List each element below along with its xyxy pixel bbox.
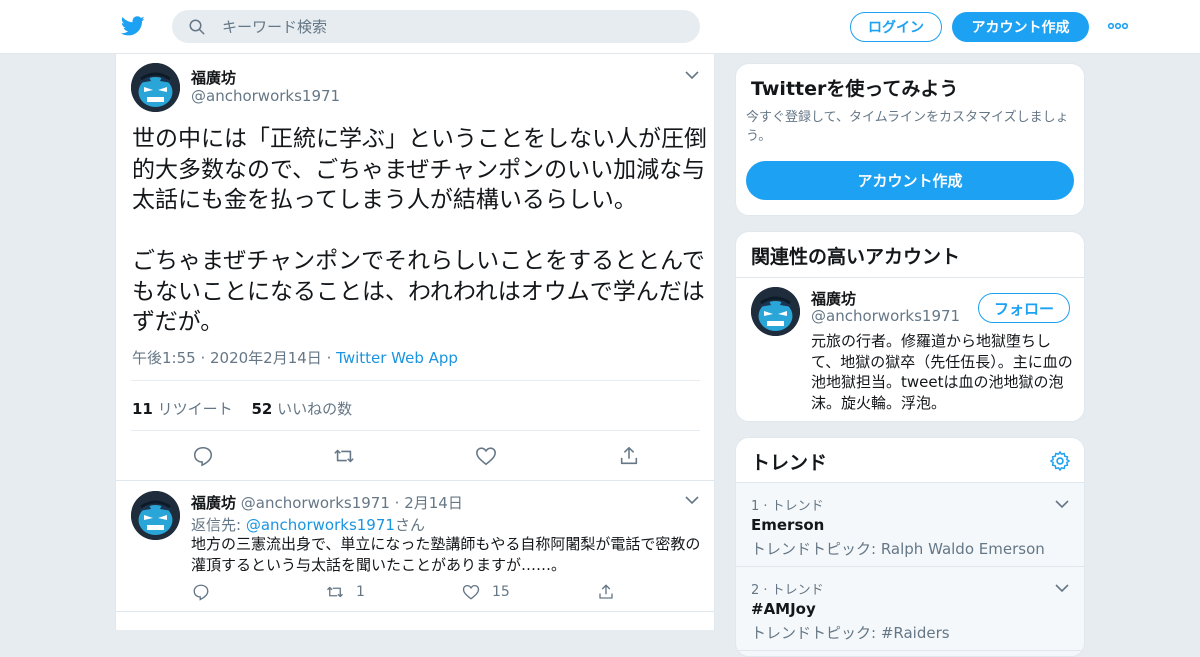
trend-item[interactable]: 1 · トレンド Emerson トレンドトピック: Ralph Waldo E… [736, 483, 1084, 567]
chevron-down-icon[interactable] [1055, 499, 1069, 509]
retweet-count: 11 [132, 400, 153, 418]
trends-card: トレンド 1 · トレンド Emerson トレンドトピック: Ralph Wa… [735, 437, 1085, 657]
signup-card-description: 今すぐ登録して、タイムラインをカスタマイズしましょう。 [746, 110, 1069, 144]
signup-card: Twitterを使ってみよう 今すぐ登録して、タイムラインをカスタマイズしましょ… [735, 63, 1085, 216]
trends-title: トレンド [751, 452, 828, 474]
signup-button[interactable]: アカウント作成 [952, 12, 1089, 42]
related-account-name[interactable]: 福廣坊 [811, 288, 856, 309]
avatar-image [751, 287, 800, 336]
like-stat-label: いいねの数 [277, 400, 353, 418]
retweet-stat[interactable]: 11 リツイート [132, 400, 233, 418]
trend-rank: 1 · トレンド [751, 499, 824, 514]
reply-retweet-action[interactable]: 1 [326, 582, 365, 602]
trend-name[interactable]: Emerson [751, 516, 824, 534]
divider [116, 611, 714, 612]
related-account-handle[interactable]: @anchorworks1971 [811, 307, 960, 325]
reply-to-prefix: 返信先: [191, 516, 242, 534]
tweet-metadata: 午後1:55 · 2020年2月14日 · Twitter Web App [132, 347, 458, 368]
divider [736, 277, 1084, 278]
reply-date[interactable]: · 2月14日 [395, 494, 463, 512]
reply-icon[interactable] [192, 445, 214, 467]
reply-header: 福廣坊 @anchorworks1971 · 2月14日 [191, 492, 463, 513]
author-handle[interactable]: @anchorworks1971 [191, 87, 340, 105]
twitter-bird-icon[interactable] [120, 14, 146, 38]
author-name[interactable]: 福廣坊 [191, 67, 236, 88]
tweet-detail-column: 福廣坊 @anchorworks1971 世の中には「正統に学ぶ」ということをし… [115, 54, 715, 630]
reply-author-name[interactable]: 福廣坊 [191, 494, 236, 512]
gear-icon[interactable] [1049, 450, 1071, 472]
tweet-timestamp[interactable]: 午後1:55 · 2020年2月14日 [132, 349, 322, 367]
chevron-down-icon[interactable] [685, 495, 699, 505]
signup-card-title: Twitterを使ってみよう [751, 78, 959, 100]
related-accounts-title: 関連性の高いアカウント [751, 246, 961, 268]
avatar[interactable] [131, 63, 180, 112]
reply-to-handle[interactable]: @anchorworks1971 [246, 516, 395, 534]
trend-name[interactable]: #AMJoy [751, 600, 816, 618]
retweet-icon[interactable] [333, 445, 355, 467]
avatar-image [131, 63, 180, 112]
like-stat[interactable]: 52 いいねの数 [251, 400, 352, 418]
reply-retweet-count: 1 [356, 584, 365, 600]
reply-icon [193, 584, 209, 601]
chevron-down-icon[interactable] [1055, 583, 1069, 593]
reply-text: 地方の三憲流出身で、単立になった塾講師もやる自称阿闍梨が電話で密教の灌頂するとい… [191, 535, 701, 574]
trend-description: トレンドトピック: #Raiders [751, 624, 950, 642]
avatar-image [131, 491, 180, 540]
reply-avatar[interactable] [131, 491, 180, 540]
tweet-text: 世の中には「正統に学ぶ」ということをしない人が圧倒的大多数なので、ごちゃまぜチャ… [132, 126, 707, 335]
tweet-stats: 11 リツイート 52 いいねの数 [132, 398, 352, 419]
reply-share-action[interactable] [597, 582, 627, 602]
reply-like-count: 15 [492, 584, 510, 600]
search-box[interactable] [172, 10, 700, 43]
chevron-down-icon[interactable] [685, 70, 699, 80]
reply-to-suffix: さん [394, 516, 425, 534]
related-avatar[interactable] [751, 287, 800, 336]
trend-description: トレンドトピック: Ralph Waldo Emerson [751, 540, 1045, 558]
reply-reply-action[interactable] [192, 582, 222, 602]
reply-like-action[interactable]: 15 [462, 582, 510, 602]
reply-author-handle[interactable]: @anchorworks1971 [241, 494, 390, 512]
trend-item[interactable]: 2 · トレンド #AMJoy トレンドトピック: #Raiders [736, 567, 1084, 651]
related-account-bio: 元旅の行者。修羅道から地獄堕ちして、地獄の獄卒（先任伍長）。主に血の池地獄担当。… [811, 332, 1073, 412]
more-options-icon[interactable] [1107, 18, 1129, 34]
trends-header: トレンド [736, 438, 1084, 483]
login-button[interactable]: ログイン [850, 12, 942, 42]
like-heart-icon [462, 584, 480, 600]
divider [131, 430, 700, 431]
related-accounts-card: 関連性の高いアカウント 福廣坊 @anchorworks1971 フォロー 元旅… [735, 231, 1085, 422]
share-icon[interactable] [618, 445, 640, 467]
retweet-stat-label: リツイート [157, 400, 233, 418]
retweet-icon [327, 586, 343, 598]
reply-to-line: 返信先: @anchorworks1971さん [191, 514, 425, 535]
search-icon [189, 19, 205, 35]
divider [116, 480, 714, 481]
follow-button[interactable]: フォロー [978, 293, 1070, 323]
share-icon [599, 584, 613, 599]
top-navigation-bar: ログイン アカウント作成 [0, 0, 1200, 54]
divider [131, 380, 700, 381]
tweet-source-app[interactable]: Twitter Web App [336, 349, 458, 367]
create-account-button[interactable]: アカウント作成 [746, 161, 1074, 200]
like-count: 52 [251, 400, 273, 418]
meta-separator: · [326, 349, 332, 367]
trend-rank: 2 · トレンド [751, 583, 824, 598]
search-input[interactable] [222, 10, 682, 43]
like-heart-icon[interactable] [475, 445, 497, 467]
